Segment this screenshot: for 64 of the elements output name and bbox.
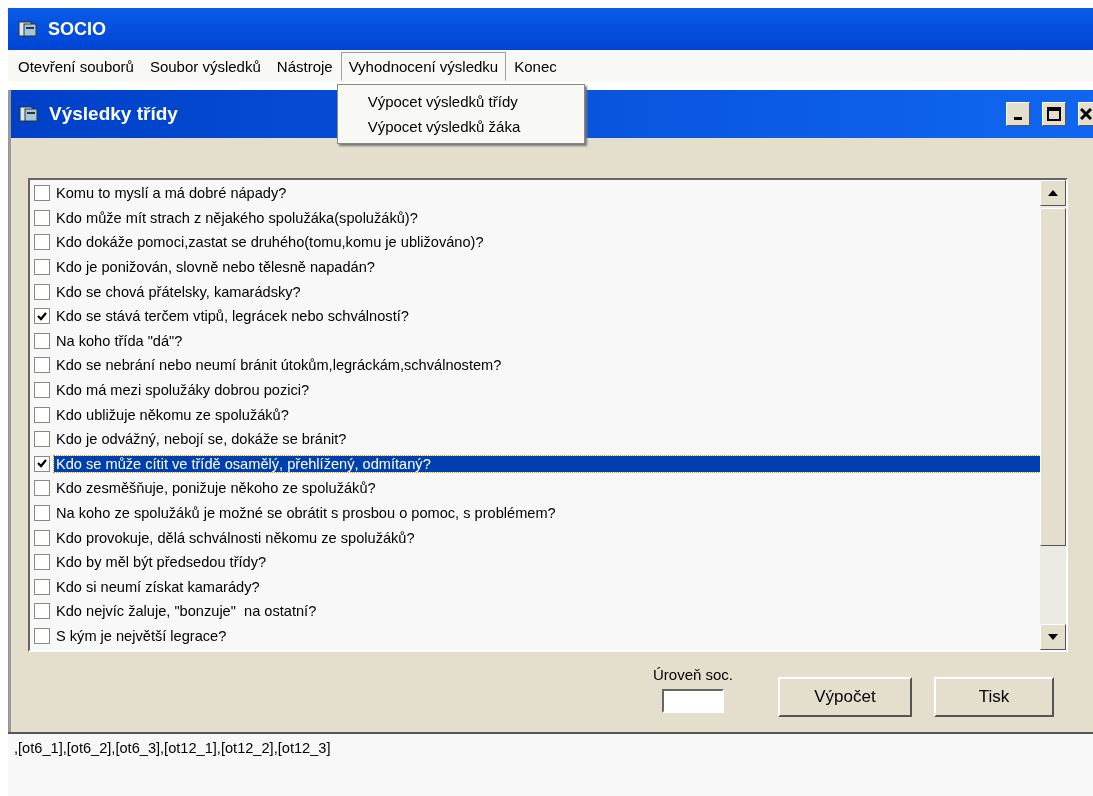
checkbox[interactable] (34, 382, 50, 399)
checkbox[interactable] (34, 480, 50, 497)
question-item[interactable]: Kdo může mít strach z nějakého spolužáka(spolužáků)? (54, 209, 1040, 226)
menu-item[interactable]: Vyhodnocení výsledku (340, 51, 507, 81)
level-input[interactable] (662, 689, 724, 713)
question-item[interactable]: Kdo ubližuje někomu ze spolužáků? (54, 406, 1040, 423)
dropdown-item[interactable]: Výpocet výsledků třídy (337, 88, 584, 114)
question-item[interactable]: Kdo by měl být předsedou třídy? (54, 554, 1040, 571)
check-icon (37, 459, 47, 469)
app-icon (19, 105, 39, 123)
menu-item[interactable]: Otevření souborů (10, 51, 142, 81)
question-item[interactable]: Kdo je odvážný, nebojí se, dokáže se bránit? (54, 431, 1040, 448)
question-item[interactable]: S kým je největší legrace? (54, 628, 1040, 644)
close-icon (1080, 108, 1092, 120)
dropdown-item[interactable]: Výpocet výsledků žáka (337, 113, 584, 139)
checkbox[interactable] (34, 308, 50, 325)
question-item[interactable]: Kdo nejvíc žaluje, "bonzuje" na ostatní? (54, 603, 1040, 620)
checkbox[interactable] (34, 455, 50, 472)
checkbox[interactable] (34, 185, 50, 202)
question-item[interactable]: Kdo se nebrání nebo neumí bránit útokům,legráckám,schválnostem? (54, 357, 1040, 374)
maximize-icon (1047, 107, 1061, 121)
compute-button[interactable]: Výpočet (778, 677, 912, 717)
window-title: SOCIO (48, 18, 106, 40)
checkbox[interactable] (34, 332, 50, 349)
checkbox[interactable] (34, 406, 50, 423)
scroll-down-icon (1048, 634, 1058, 640)
checkbox[interactable] (34, 259, 50, 276)
checkbox[interactable] (34, 603, 50, 620)
scrollbar[interactable] (1040, 180, 1066, 650)
menu-item[interactable]: Konec (506, 51, 565, 81)
question-item[interactable]: Kdo dokáže pomoci,zastat se druhého(tomu,komu je ubližováno)? (54, 234, 1040, 251)
print-button[interactable]: Tisk (934, 677, 1054, 717)
menu-item[interactable]: Soubor výsledků (141, 51, 269, 81)
question-item[interactable]: Komu to myslí a má dobré nápady? (54, 185, 1040, 202)
scroll-up-icon (1048, 190, 1058, 196)
checkbox[interactable] (34, 529, 50, 546)
output-field[interactable]: ,[ot6_1],[ot6_2],[ot6_3],[ot12_1],[ot12_2],[ot12_3] (8, 732, 1093, 796)
checkbox[interactable] (34, 628, 50, 644)
question-item[interactable]: Kdo se může cítit ve třídě osamělý, přehlížený, odmítaný? (54, 455, 1040, 472)
checkbox[interactable] (34, 578, 50, 595)
checkbox[interactable] (34, 357, 50, 374)
checkbox[interactable] (34, 283, 50, 300)
minimize-icon (1014, 116, 1022, 120)
menu-item[interactable]: Nástroje (268, 51, 341, 81)
check-icon (37, 311, 47, 321)
level-label: Úroveň soc. (652, 666, 733, 683)
checkbox[interactable] (34, 234, 50, 251)
minimize-button[interactable] (1006, 102, 1030, 126)
question-item[interactable]: Na koho ze spolužáků je možné se obrátit s prosbou o pomoc, s problémem? (54, 505, 1040, 521)
question-item[interactable]: Kdo je ponižován, slovně nebo tělesně napadán? (54, 259, 1040, 276)
question-item[interactable]: Na koho třída "dá"? (54, 332, 1040, 349)
question-item[interactable]: Kdo se chová přátelsky, kamarádsky? (54, 283, 1040, 300)
question-item[interactable]: Kdo má mezi spolužáky dobrou pozici? (54, 382, 1040, 399)
checkbox[interactable] (34, 505, 50, 521)
question-item[interactable]: Kdo se stává terčem vtipů, legrácek nebo schválností? (54, 308, 1040, 325)
checkbox[interactable] (34, 554, 50, 571)
maximize-button[interactable] (1042, 102, 1066, 126)
checkbox[interactable] (34, 209, 50, 226)
app-icon (18, 20, 38, 38)
question-item[interactable]: Kdo si neumí získat kamarády? (54, 578, 1040, 595)
close-button[interactable] (1078, 102, 1093, 126)
question-item[interactable]: Kdo zesměšňuje, ponižuje někoho ze spolužáků? (54, 480, 1040, 497)
checkbox[interactable] (34, 431, 50, 448)
question-item[interactable]: Kdo provokuje, dělá schválnosti někomu ze spolužáků? (54, 529, 1040, 546)
